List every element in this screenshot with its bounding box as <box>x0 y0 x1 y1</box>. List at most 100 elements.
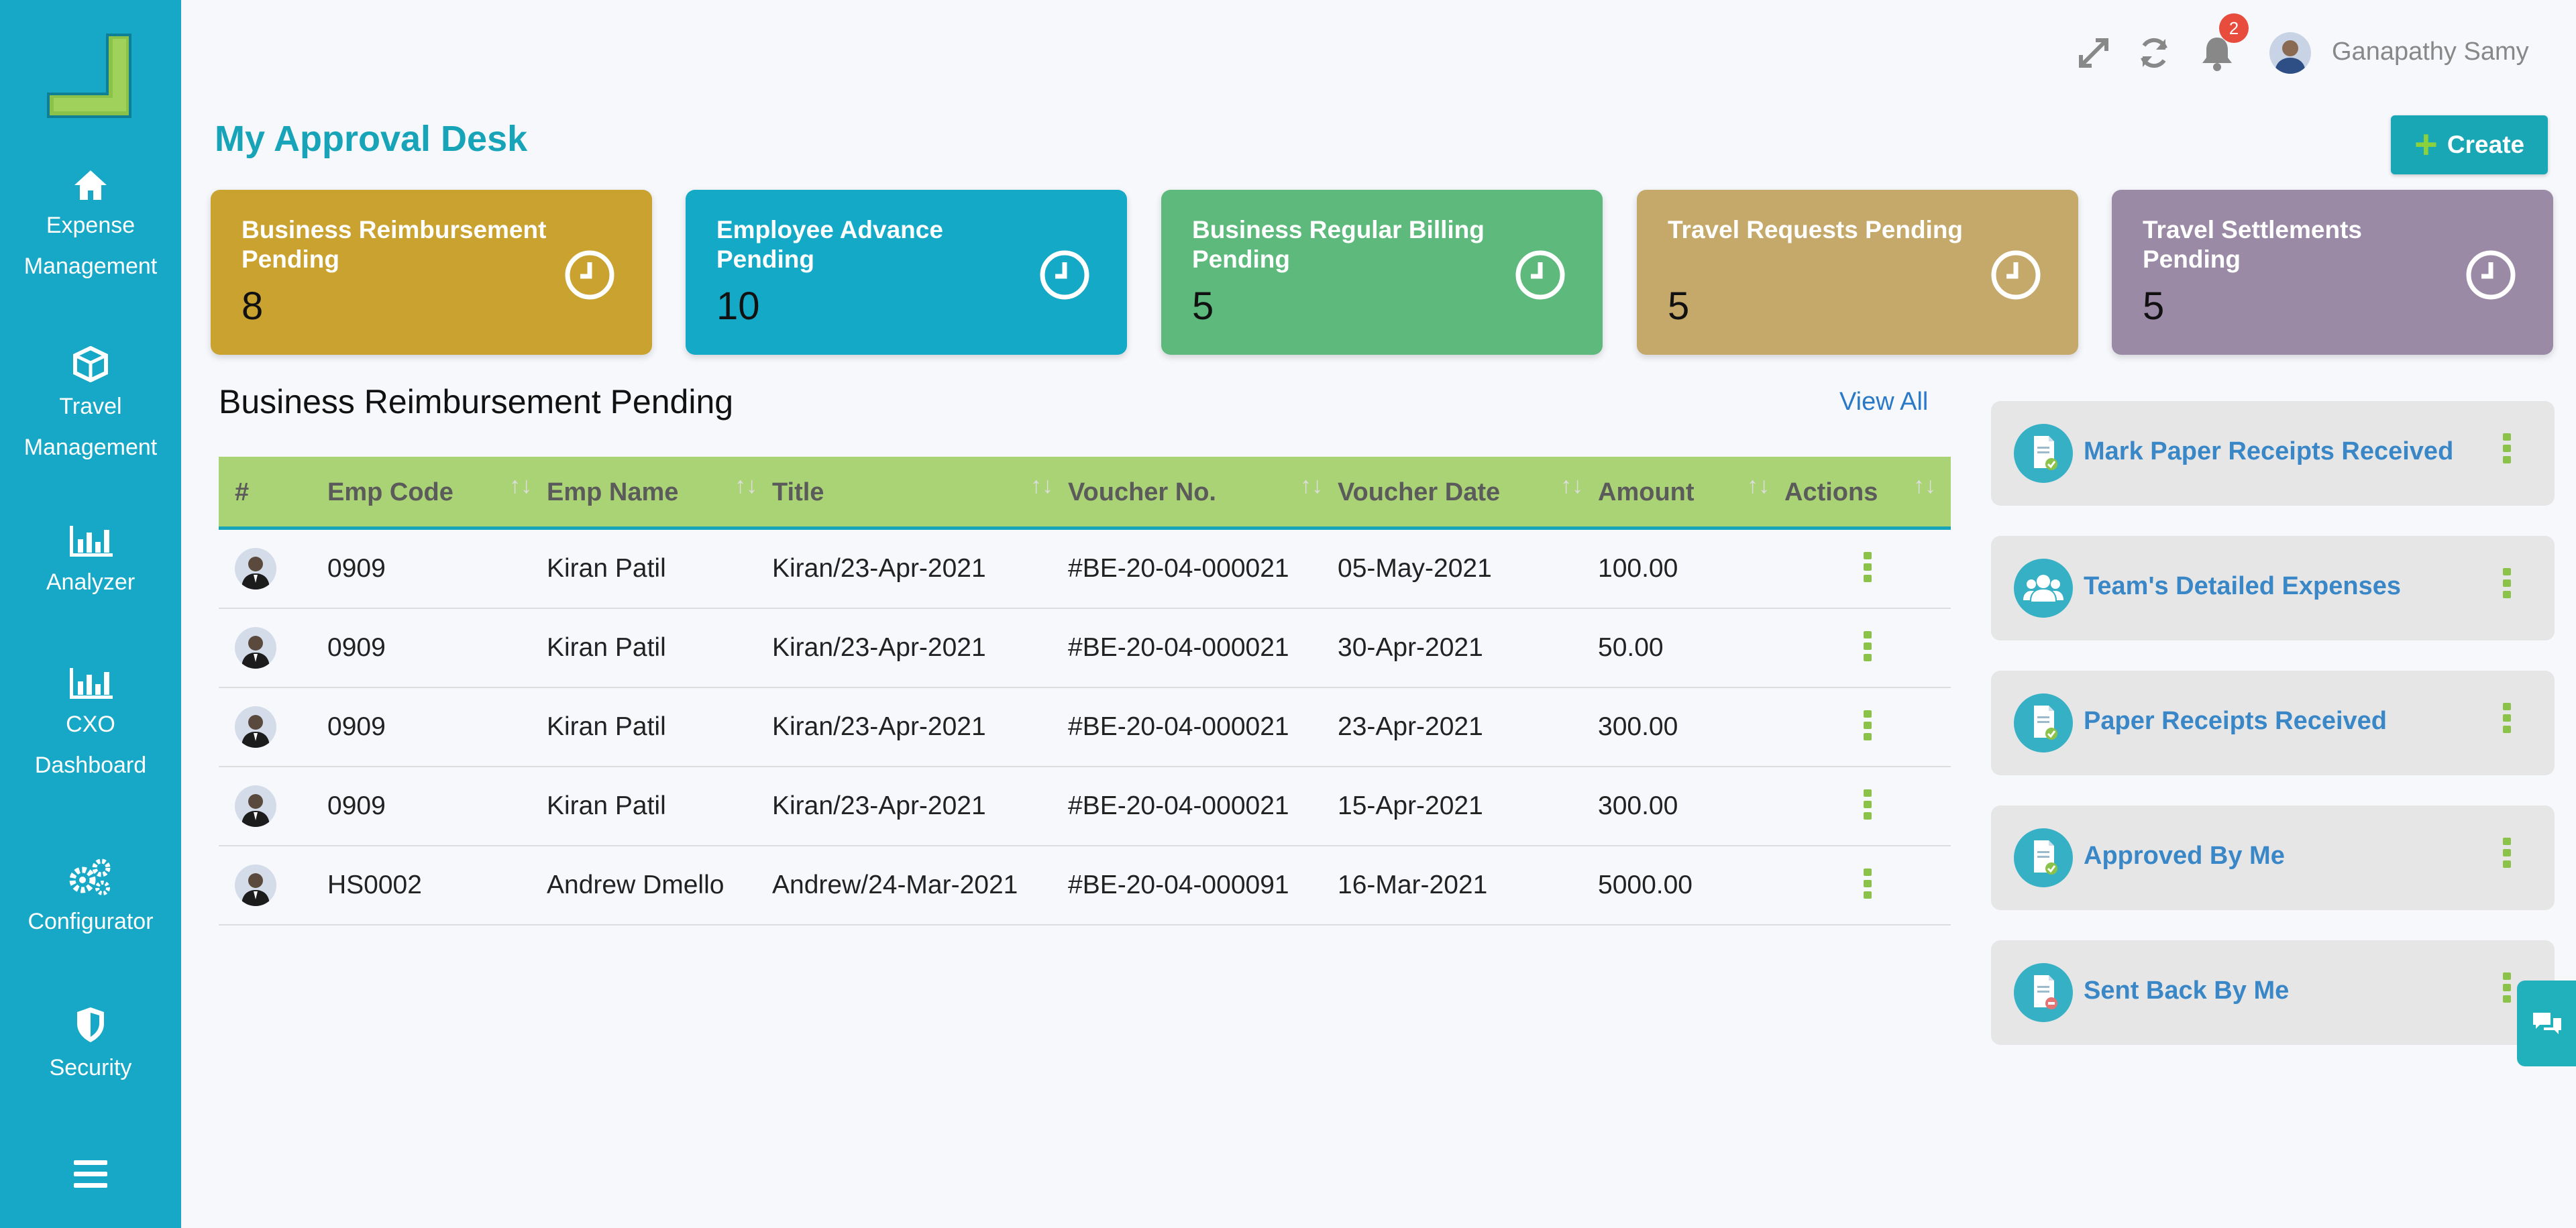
cell-voucher-date: 23-Apr-2021 <box>1338 687 1598 767</box>
quick-link-card[interactable]: Paper Receipts Received <box>1991 671 2555 775</box>
actions-cell <box>1784 687 1951 767</box>
row-actions-icon[interactable] <box>1864 710 1872 740</box>
shield-icon <box>77 1007 104 1042</box>
user-avatar[interactable] <box>2269 32 2311 74</box>
column-header[interactable]: Emp Code ↑↓ <box>327 457 547 530</box>
summary-card[interactable]: Travel Requests Pending 5 <box>1637 190 2078 355</box>
quick-link-menu-icon[interactable] <box>2503 972 2511 1007</box>
summary-card[interactable]: Travel Settlements Pending 5 <box>2112 190 2553 355</box>
row-actions-icon[interactable] <box>1864 789 1872 820</box>
column-header[interactable]: Emp Name ↑↓ <box>547 457 772 530</box>
cell-voucher-no: #BE-20-04-000021 <box>1068 528 1338 609</box>
sidebar-item-expense-management[interactable]: Expense Management <box>0 168 181 287</box>
sort-icon[interactable]: ↑↓ <box>1747 473 1770 499</box>
home-icon <box>74 170 107 200</box>
cell-emp-code: 0909 <box>327 767 547 846</box>
quick-link-label: Paper Receipts Received <box>2084 707 2387 735</box>
sidebar-item-label: Dashboard <box>34 752 147 778</box>
row-actions-icon[interactable] <box>1864 551 1872 582</box>
row-actions-icon[interactable] <box>1864 868 1872 899</box>
sort-icon[interactable]: ↑↓ <box>509 473 532 499</box>
receipt-check-icon <box>2014 828 2073 887</box>
chat-icon <box>2533 1013 2561 1034</box>
actions-cell <box>1784 767 1951 846</box>
clock-icon <box>2466 250 2516 300</box>
cell-amount: 100.00 <box>1598 528 1784 609</box>
quick-link-menu-icon[interactable] <box>2503 703 2511 737</box>
column-header[interactable]: Amount ↑↓ <box>1598 457 1784 530</box>
team-icon <box>2014 559 2073 618</box>
card-count: 5 <box>2143 284 2165 328</box>
quick-link-menu-icon[interactable] <box>2503 568 2511 602</box>
card-title: Travel Requests Pending <box>1668 216 1964 243</box>
cell-emp-code: 0909 <box>327 687 547 767</box>
sidebar-item-security[interactable]: Security <box>0 1006 181 1089</box>
row-actions-icon[interactable] <box>1864 630 1872 661</box>
cell-amount: 300.00 <box>1598 687 1784 767</box>
sort-icon[interactable]: ↑↓ <box>1913 473 1936 499</box>
column-header[interactable]: Voucher No. ↑↓ <box>1068 457 1338 530</box>
table-row[interactable]: 0909 Kiran Patil Kiran/23-Apr-2021 #BE-20-0… <box>219 767 1951 846</box>
sidebar-item-analyzer[interactable]: Analyzer <box>0 523 181 603</box>
column-header[interactable]: Actions ↑↓ <box>1784 457 1951 530</box>
sort-icon[interactable]: ↑↓ <box>735 473 757 499</box>
app-logo[interactable] <box>43 31 141 129</box>
sidebar-item-label: Security <box>49 1055 132 1080</box>
cell-title: Andrew/24-Mar-2021 <box>772 846 1068 926</box>
cell-title: Kiran/23-Apr-2021 <box>772 608 1068 688</box>
view-all-link[interactable]: View All <box>1839 388 1928 416</box>
column-header[interactable]: Voucher Date ↑↓ <box>1338 457 1598 530</box>
chat-button[interactable] <box>2517 981 2576 1066</box>
summary-card[interactable]: Employee Advance Pending 10 <box>686 190 1127 355</box>
card-title: Business Regular Billing Pending <box>1192 216 1485 273</box>
menu-toggle-icon[interactable] <box>74 1160 107 1194</box>
employee-avatar <box>235 627 276 669</box>
create-button[interactable]: + Create <box>2391 115 2548 174</box>
sort-icon[interactable]: ↑↓ <box>1030 473 1053 499</box>
cell-emp-code: 0909 <box>327 608 547 688</box>
cell-title: Kiran/23-Apr-2021 <box>772 767 1068 846</box>
fullscreen-icon[interactable] <box>2076 35 2112 71</box>
table-row[interactable]: HS0002 Andrew Dmello Andrew/24-Mar-2021 #BE… <box>219 846 1951 926</box>
clock-icon <box>1991 250 2041 300</box>
avatar-cell <box>219 608 327 688</box>
refresh-icon[interactable] <box>2136 35 2172 71</box>
cell-voucher-date: 30-Apr-2021 <box>1338 608 1598 688</box>
sidebar-item-travel-management[interactable]: Travel Management <box>0 346 181 468</box>
avatar-cell <box>219 846 327 926</box>
user-name[interactable]: Ganapathy Samy <box>2332 38 2529 66</box>
quick-link-menu-icon[interactable] <box>2503 433 2511 467</box>
receipt-check-icon <box>2014 693 2073 752</box>
quick-link-card[interactable]: Team's Detailed Expenses <box>1991 536 2555 640</box>
actions-cell <box>1784 528 1951 609</box>
page-title: My Approval Desk <box>215 119 528 159</box>
sidebar-item-label: Management <box>23 254 158 279</box>
sidebar-item-configurator[interactable]: Configurator <box>0 857 181 942</box>
column-header-label: # <box>235 478 250 506</box>
cell-voucher-date: 15-Apr-2021 <box>1338 767 1598 846</box>
sidebar-item-cxo-dashboard[interactable]: CXO Dashboard <box>0 665 181 786</box>
employee-avatar <box>235 864 276 906</box>
plus-icon: + <box>2414 122 2438 167</box>
table-row[interactable]: 0909 Kiran Patil Kiran/23-Apr-2021 #BE-20-0… <box>219 528 1951 609</box>
column-header-label: Emp Name <box>547 478 679 506</box>
employee-avatar <box>235 785 276 827</box>
table-row[interactable]: 0909 Kiran Patil Kiran/23-Apr-2021 #BE-20-0… <box>219 687 1951 767</box>
card-count: 8 <box>241 284 264 328</box>
receipt-check-icon <box>2014 424 2073 483</box>
sort-icon[interactable]: ↑↓ <box>1560 473 1583 499</box>
quick-link-menu-icon[interactable] <box>2503 838 2511 872</box>
summary-card[interactable]: Business Regular Billing Pending 5 <box>1161 190 1603 355</box>
quick-link-card[interactable]: Mark Paper Receipts Received <box>1991 401 2555 506</box>
sort-icon[interactable]: ↑↓ <box>1300 473 1323 499</box>
avatar-cell <box>219 528 327 609</box>
cell-voucher-no: #BE-20-04-000021 <box>1068 767 1338 846</box>
quick-link-card[interactable]: Sent Back By Me <box>1991 940 2555 1045</box>
clock-icon <box>1515 250 1565 300</box>
quick-link-card[interactable]: Approved By Me <box>1991 805 2555 910</box>
table-row[interactable]: 0909 Kiran Patil Kiran/23-Apr-2021 #BE-20-0… <box>219 608 1951 688</box>
summary-card[interactable]: Business Reimbursement Pending 8 <box>211 190 652 355</box>
column-header[interactable]: Title ↑↓ <box>772 457 1068 530</box>
employee-avatar <box>235 706 276 748</box>
sidebar-item-label: Analyzer <box>46 569 136 595</box>
